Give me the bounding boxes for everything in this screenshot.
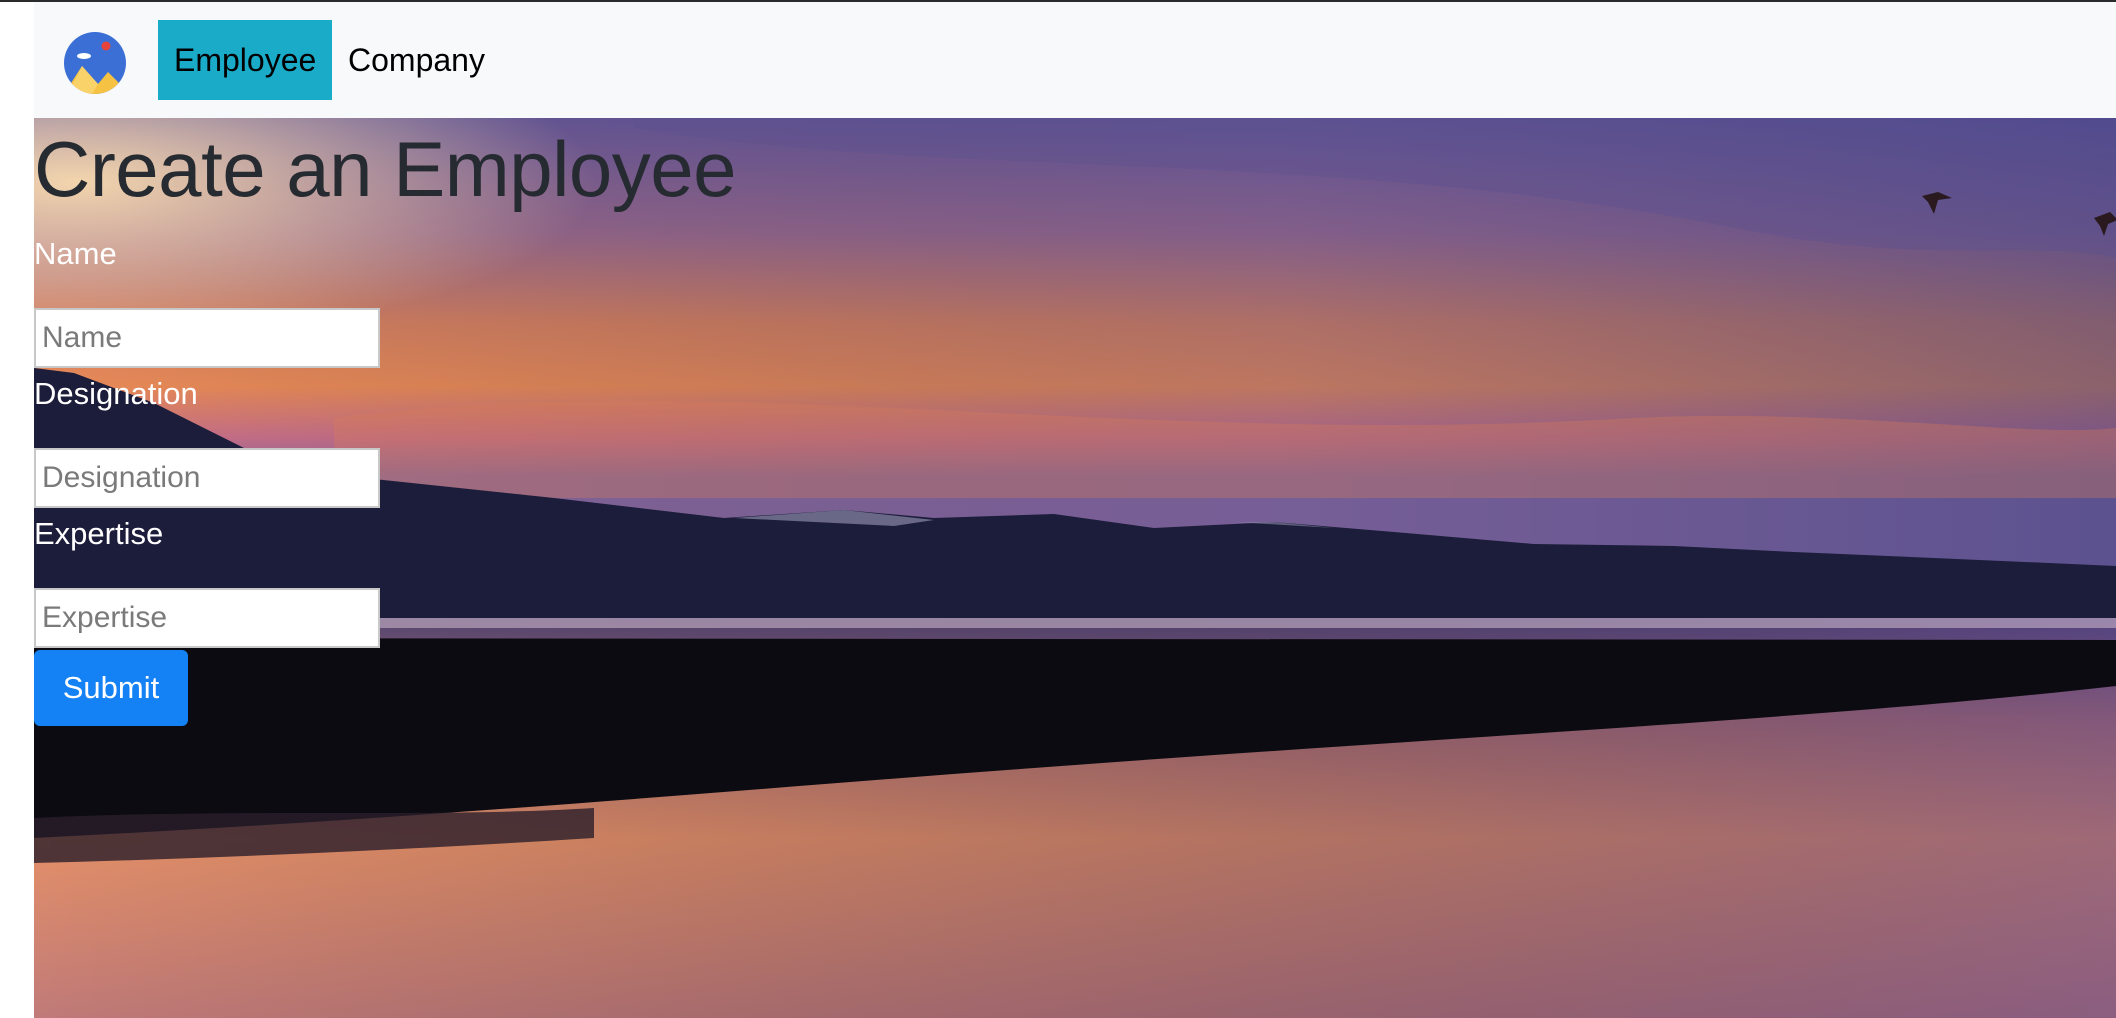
- designation-input[interactable]: [34, 448, 380, 508]
- expertise-label: Expertise: [34, 516, 164, 551]
- expertise-input[interactable]: [34, 588, 380, 648]
- page-title: Create an Employee: [34, 125, 737, 213]
- sunset-lake-background-image: [34, 118, 2116, 1018]
- nav-employee-link[interactable]: Employee: [158, 20, 332, 100]
- navbar: Employee Company: [34, 2, 2116, 118]
- name-input[interactable]: [34, 308, 380, 368]
- designation-label: Designation: [34, 376, 198, 411]
- nav-company-link[interactable]: Company: [332, 20, 501, 100]
- mountain-sun-logo-icon[interactable]: [64, 32, 126, 94]
- left-gutter: [0, 2, 34, 1018]
- name-label: Name: [34, 236, 117, 271]
- submit-button[interactable]: Submit: [34, 650, 188, 726]
